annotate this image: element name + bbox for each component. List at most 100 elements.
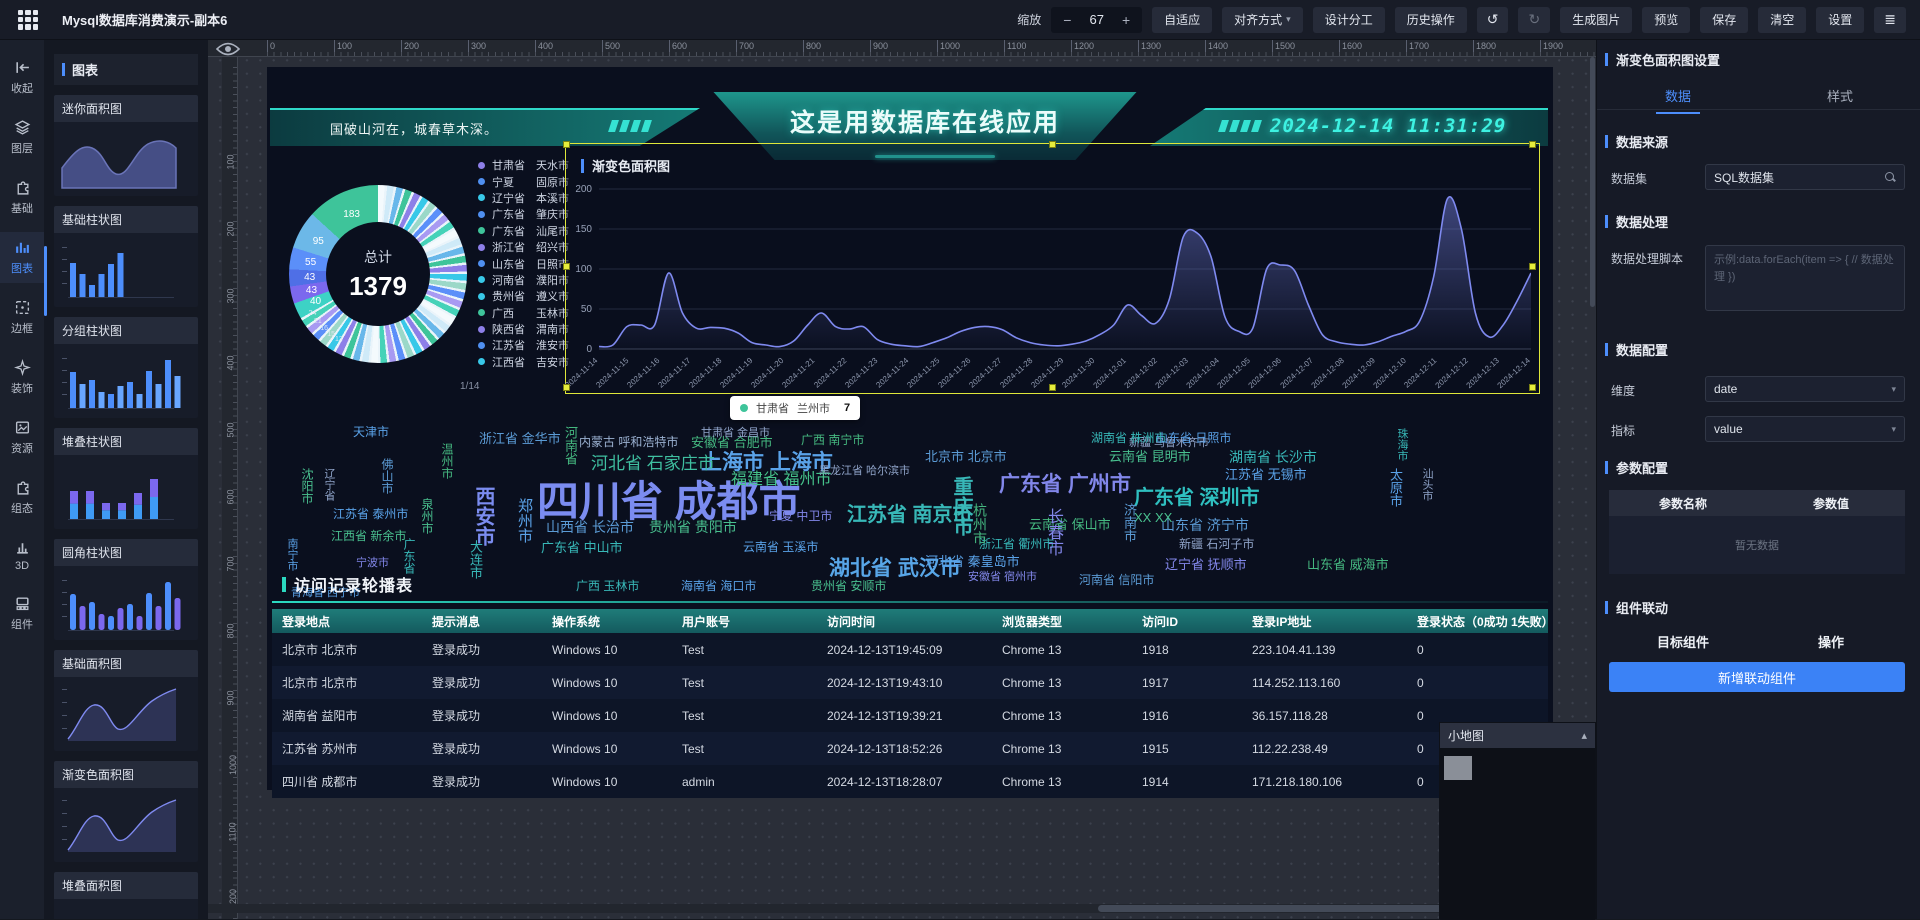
toolbar-button-r0[interactable]: 生成图片	[1560, 7, 1632, 33]
chart-card-preview[interactable]	[54, 677, 198, 751]
undo-button[interactable]: ↺	[1477, 7, 1509, 33]
legend-dot	[478, 309, 485, 316]
legend-item[interactable]: 宁夏固原市	[478, 173, 569, 189]
chart-card-preview[interactable]	[54, 455, 198, 529]
legend-item[interactable]: 贵州省遵义市	[478, 288, 569, 304]
chart-card-基础柱状图[interactable]: 基础柱状图	[54, 206, 198, 307]
minimap-viewport[interactable]	[1444, 756, 1472, 780]
sidebar-item-图表[interactable]: 图表	[0, 232, 44, 283]
chart-card-preview[interactable]	[54, 566, 198, 640]
data-process-script-input[interactable]: 示例:data.forEach(item => { // 数据处理 })	[1705, 245, 1905, 311]
metric-select[interactable]: value ▾	[1705, 416, 1905, 442]
section-title: 数据处理	[1616, 212, 1668, 231]
toolbar-button-r4[interactable]: 设置	[1816, 7, 1864, 33]
donut-chart-component[interactable]: 总计 1379 40434355951832421161513 1/14 甘肃省…	[282, 157, 567, 467]
redo-button[interactable]: ↻	[1518, 7, 1550, 33]
add-linkage-button[interactable]: 新增联动组件	[1609, 662, 1905, 692]
zoom-out-button[interactable]: −	[1055, 12, 1079, 28]
eye-icon[interactable]	[216, 42, 240, 56]
sidebar-item-基础[interactable]: 基础	[0, 172, 44, 223]
toolbar-button-0[interactable]: 自适应	[1152, 7, 1212, 33]
selection-handle[interactable]	[563, 384, 570, 391]
chart-card-preview[interactable]	[54, 122, 198, 196]
chart-card-堆叠柱状图[interactable]: 堆叠柱状图	[54, 428, 198, 529]
area-x-tick: 2024-12-02	[1123, 356, 1159, 390]
legend-item[interactable]: 浙江省绍兴市	[478, 239, 569, 255]
legend-item[interactable]: 江西省吉安市	[478, 354, 569, 370]
tab-样式[interactable]: 样式	[1759, 80, 1920, 109]
dashboard-screen[interactable]: 国破山河在，城春草木深。 这是用数据库在线应用 2024-12-14 11:31…	[267, 67, 1553, 790]
legend-item[interactable]: 辽宁省本溪市	[478, 190, 569, 206]
param-empty-state: 暂无数据	[1609, 516, 1905, 574]
toolbar-button-r3[interactable]: 清空	[1758, 7, 1806, 33]
chart-card-圆角柱状图[interactable]: 圆角柱状图	[54, 539, 198, 640]
sidebar-item-图层[interactable]: 图层	[0, 112, 44, 163]
table-cell: 登录成功	[422, 641, 542, 658]
ruler-top-number: 1300	[1141, 41, 1161, 51]
chart-card-preview[interactable]	[54, 788, 198, 862]
toolbar-button-2[interactable]: 设计分工	[1313, 7, 1385, 33]
collapse-chevron-icon[interactable]: ▴	[1581, 729, 1587, 742]
app-grid-icon[interactable]	[18, 10, 38, 30]
dataset-input[interactable]: SQL数据集	[1705, 164, 1905, 190]
search-icon[interactable]	[1885, 172, 1896, 183]
banner-left-wing[interactable]: 国破山河在，城春草木深。	[270, 108, 700, 146]
border-icon	[14, 299, 31, 316]
selection-handle[interactable]	[1049, 384, 1056, 391]
ruler-top-number: 100	[337, 41, 352, 51]
selection-handle[interactable]	[1529, 141, 1536, 148]
legend-item[interactable]: 广西玉林市	[478, 305, 569, 321]
legend-item[interactable]: 甘肃省天水市	[478, 157, 569, 173]
dimension-select[interactable]: date ▾	[1705, 376, 1905, 402]
legend-item[interactable]: 广东省肇庆市	[478, 206, 569, 222]
selection-handle[interactable]	[1529, 384, 1536, 391]
chart-card-preview[interactable]	[54, 233, 198, 307]
selection-handle[interactable]	[1049, 141, 1056, 148]
selection-handle[interactable]	[563, 263, 570, 270]
sidebar-item-收起[interactable]: 收起	[0, 52, 44, 103]
chart-card-堆叠面积图[interactable]: 堆叠面积图	[54, 872, 198, 919]
design-canvas[interactable]: 0100200300400500600700800900100011001200…	[208, 40, 1596, 919]
legend-item[interactable]: 陕西省渭南市	[478, 321, 569, 337]
toolbar-button-3[interactable]: 历史操作	[1395, 7, 1467, 33]
toolbar-button-r1[interactable]: 预览	[1642, 7, 1690, 33]
area-chart-header: 渐变色面积图	[581, 156, 670, 175]
sidebar-item-label: 组态	[11, 500, 33, 516]
banner-right-wing[interactable]: 2024-12-14 11:31:29	[1150, 108, 1548, 146]
access-log-table-component[interactable]: 访问记录轮播表 登录地点提示消息操作系统用户账号访问时间浏览器类型访问ID登录I…	[272, 572, 1548, 798]
sidebar-item-资源[interactable]: 资源	[0, 412, 44, 463]
table-title: 访问记录轮播表	[294, 572, 413, 596]
selection-handle[interactable]	[1529, 263, 1536, 270]
table-column-header: 登录地点	[272, 613, 422, 630]
toolbar-button-1[interactable]: 对齐方式▾	[1222, 7, 1303, 33]
operation-header: 操作	[1757, 632, 1905, 651]
minimap-body[interactable]	[1440, 748, 1595, 920]
sidebar-item-3D[interactable]: 3D	[0, 532, 44, 579]
gradient-area-chart-component[interactable]: 渐变色面积图 200150100500 2024-11-142024-11-15…	[565, 143, 1540, 394]
chart-card-基础面积图[interactable]: 基础面积图	[54, 650, 198, 751]
legend-item[interactable]: 河南省濮阳市	[478, 272, 569, 288]
word-cloud-word: 云南省 玉溪市	[743, 541, 818, 553]
zoom-in-button[interactable]: +	[1114, 12, 1138, 28]
sidebar-item-装饰[interactable]: 装饰	[0, 352, 44, 403]
more-panel-icon[interactable]: ≣	[1874, 7, 1906, 33]
chart-card-分组柱状图[interactable]: 分组柱状图	[54, 317, 198, 418]
legend-item[interactable]: 广东省汕尾市	[478, 223, 569, 239]
sidebar-item-组件[interactable]: 组件	[0, 588, 44, 639]
sidebar-item-组态[interactable]: 组态	[0, 472, 44, 523]
legend-item[interactable]: 山东省日照市	[478, 255, 569, 271]
sidebar-item-边框[interactable]: 边框	[0, 292, 44, 343]
chart-card-preview[interactable]	[54, 344, 198, 418]
table-row: 江苏省 苏州市登录成功Windows 10Test2024-12-13T18:5…	[272, 732, 1548, 765]
legend-item[interactable]: 江苏省淮安市	[478, 337, 569, 353]
panel-scrollbar-thumb[interactable]	[44, 246, 47, 316]
minimap-header[interactable]: 小地图 ▴	[1440, 723, 1595, 748]
vertical-scrollbar-thumb[interactable]	[1590, 57, 1595, 307]
chart-card-迷你面积图[interactable]: 迷你面积图	[54, 95, 198, 196]
chart-card-渐变色面积图[interactable]: 渐变色面积图	[54, 761, 198, 862]
chart-card-preview[interactable]	[54, 899, 198, 919]
toolbar-button-r2[interactable]: 保存	[1700, 7, 1748, 33]
horizontal-scrollbar[interactable]	[208, 904, 1596, 913]
selection-handle[interactable]	[563, 141, 570, 148]
tab-数据[interactable]: 数据	[1597, 80, 1759, 109]
